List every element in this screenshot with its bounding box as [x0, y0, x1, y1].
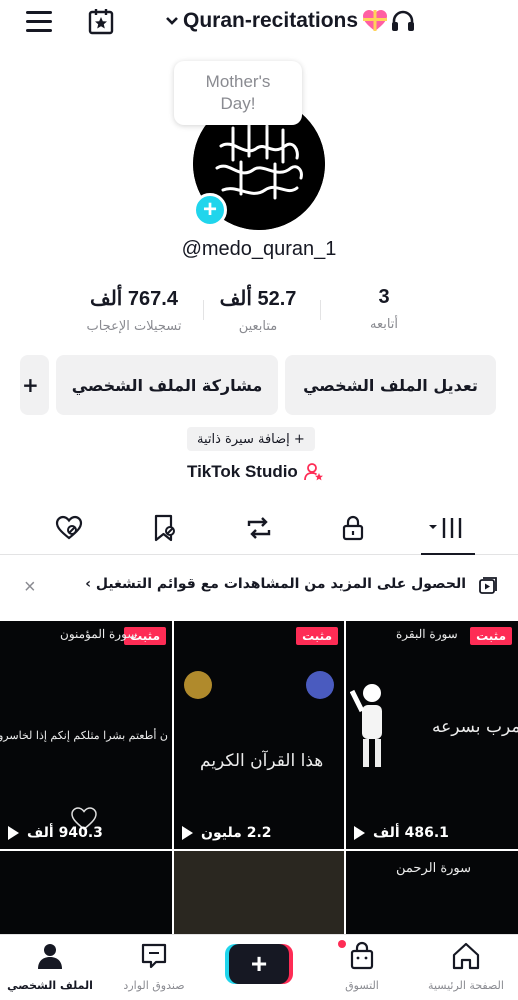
likes-count: 767.4 ألف — [90, 288, 178, 310]
content-tabs — [0, 503, 518, 555]
lock-icon[interactable] — [338, 513, 368, 543]
add-friend-button[interactable]: + — [20, 355, 49, 415]
liked-icon[interactable] — [54, 513, 84, 543]
promo-text[interactable]: الحصول على المزيد من المشاهدات مع قوائم … — [85, 576, 466, 592]
glowing-figure-graphic — [350, 684, 382, 767]
nav-home-label: الصفحة الرئيسية — [428, 979, 504, 992]
video-thumb[interactable]: سورة الرحمن — [346, 851, 518, 941]
link-badge-icon — [306, 671, 334, 699]
likes-stat: 767.4 ألف تسجيلات الإعجاب — [72, 286, 196, 334]
bottom-nav: الصفحة الرئيسية التسوق + صندوق الوارد ال… — [0, 934, 518, 1000]
account-switcher[interactable]: Quran-recitations — [163, 8, 416, 34]
menu-icon[interactable] — [26, 11, 52, 33]
pinned-badge: مثبت — [296, 627, 338, 645]
followers-count: 52.7 ألف — [219, 288, 297, 310]
videos-grid-icon[interactable] — [428, 513, 468, 543]
following-count: 3 — [378, 286, 390, 308]
play-count: 2.2 مليون — [182, 825, 272, 841]
play-count-label: 940.3 ألف — [27, 825, 103, 841]
nav-inbox-label: صندوق الوارد — [123, 979, 185, 992]
nav-shop-label: التسوق — [345, 979, 379, 992]
video-overlay-title: سورة الرحمن — [396, 861, 472, 876]
play-count-label: 486.1 ألف — [373, 825, 449, 841]
play-count: 486.1 ألف — [354, 825, 449, 841]
inbox-icon — [141, 943, 167, 969]
top-bar: Quran-recitations — [0, 0, 518, 44]
stat-divider — [320, 300, 321, 320]
nav-shop[interactable]: التسوق — [312, 941, 412, 992]
video-thumb[interactable]: مثبت سورة البقرة مرب بسرعه 486.1 ألف — [346, 621, 518, 849]
shopping-bag-icon — [350, 941, 374, 970]
following-stat[interactable]: 3 أتابعه — [344, 286, 424, 332]
video-thumb[interactable]: مثبت هذا القرآن الكريم 2.2 مليون — [174, 621, 344, 849]
nav-profile-label: الملف الشخصي — [7, 979, 93, 992]
heart-gift-emoji — [363, 10, 388, 31]
playlist-icon — [479, 577, 497, 594]
add-bio-button[interactable]: + إضافة سيرة ذاتية — [187, 427, 315, 451]
repost-badge-icon — [184, 671, 212, 699]
video-overlay-caption: هذا القرآن الكريم — [200, 751, 324, 771]
play-count-label: 2.2 مليون — [201, 825, 272, 841]
pinned-badge: مثبت — [470, 627, 512, 645]
mothers-day-bubble[interactable]: Mother's Day! — [174, 61, 302, 125]
video-thumb[interactable]: مثبت سورة المؤمنون ن أطعتم بشرا مثلكم إن… — [0, 621, 172, 849]
profile-icon — [38, 944, 62, 969]
followers-label: متابعين — [238, 319, 278, 334]
play-icon — [354, 826, 365, 840]
video-overlay-caption: مرب بسرعه — [432, 717, 518, 737]
video-thumb[interactable] — [0, 851, 172, 941]
headphones-emoji — [392, 10, 415, 31]
close-icon[interactable]: × — [24, 576, 36, 599]
play-icon — [182, 826, 193, 840]
stat-divider — [203, 300, 204, 320]
calendar-star-icon[interactable] — [86, 6, 116, 36]
studio-label: TikTok Studio — [187, 462, 298, 481]
studio-user-star-icon — [303, 463, 323, 481]
followers-stat[interactable]: 52.7 ألف متابعين — [208, 286, 308, 334]
chevron-down-icon — [166, 17, 178, 25]
repost-icon[interactable] — [244, 513, 274, 543]
likes-label: تسجيلات الإعجاب — [86, 319, 182, 334]
active-tab-indicator — [421, 553, 475, 555]
play-icon — [8, 826, 19, 840]
tiktok-studio-link[interactable]: TikTok Studio — [187, 462, 324, 482]
share-profile-button[interactable]: مشاركة الملف الشخصي — [56, 355, 278, 415]
username: @medo_quran_1 — [181, 238, 337, 260]
video-overlay-title: سورة البقرة — [396, 627, 458, 641]
following-label: أتابعه — [369, 317, 399, 332]
favorites-icon[interactable] — [150, 513, 180, 543]
video-overlay-title: سورة المؤمنون — [60, 627, 138, 641]
playlist-promo-banner[interactable]: × الحصول على المزيد من المشاهدات مع قوائ… — [0, 566, 518, 606]
create-button[interactable]: + — [229, 944, 289, 984]
plus-icon: + — [250, 948, 268, 979]
play-count: 940.3 ألف — [8, 825, 103, 841]
add-avatar-button[interactable]: + — [193, 193, 227, 227]
nav-inbox[interactable]: صندوق الوارد — [104, 941, 204, 992]
nav-home[interactable]: الصفحة الرئيسية — [416, 941, 516, 992]
home-icon — [452, 942, 480, 970]
edit-profile-button[interactable]: تعديل الملف الشخصي — [285, 355, 496, 415]
account-title: Quran-recitations — [183, 9, 359, 32]
video-thumb[interactable] — [174, 851, 344, 941]
video-overlay-caption: ن أطعتم بشرا مثلكم إنكم إذا لخاسرون — [0, 729, 168, 742]
nav-profile[interactable]: الملف الشخصي — [0, 941, 100, 992]
